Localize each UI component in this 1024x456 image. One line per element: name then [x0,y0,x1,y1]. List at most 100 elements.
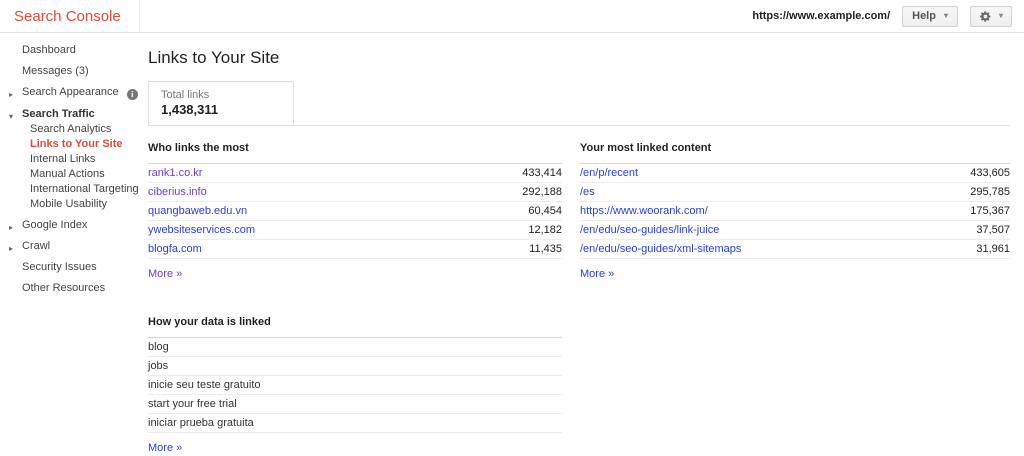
link-count: 11,435 [529,243,562,255]
sidebar-item-label: Dashboard [22,44,76,56]
table-row: /en/edu/seo-guides/xml-sitemaps 31,961 [580,240,1010,259]
page-link[interactable]: https://www.woorank.com/ [580,205,708,217]
sidebar-item-label: Search Appearance [22,86,119,98]
table-row: quangbaweb.edu.vn 60,454 [148,202,562,221]
sidebar-item-label: International Targeting [30,183,139,195]
link-count: 60,454 [528,205,562,217]
sidebar-item-label: Manual Actions [30,168,105,180]
more-link[interactable]: More » [580,268,614,280]
page-link[interactable]: /en/edu/seo-guides/xml-sitemaps [580,243,741,255]
table-row: /en/p/recent 433,605 [580,164,1010,183]
total-links-value: 1,438,311 [161,102,219,117]
table-header: How your data is linked [148,309,562,338]
sidebar-item-search-appearance[interactable]: ▸ Search Appearance i [0,86,140,100]
anchor-text: blog [148,341,169,353]
table-header: Your most linked content [580,135,1010,164]
metrics-tabstrip: Total links 1,438,311 [148,81,1010,126]
table-row: jobs [148,357,562,376]
chevron-down-icon: ▾ [998,11,1003,20]
page-link[interactable]: /en/p/recent [580,167,638,179]
sidebar-item-label: Mobile Usability [30,198,108,210]
link-count: 292,188 [522,186,562,198]
settings-button[interactable]: ▾ [969,5,1012,27]
table-row: inicie seu teste gratuito [148,376,562,395]
sidebar-item-internal-links[interactable]: Internal Links [0,153,140,166]
domain-link[interactable]: ciberius.info [148,186,207,198]
sidebar-item-search-analytics[interactable]: Search Analytics [0,123,140,136]
total-links-tab[interactable]: Total links 1,438,311 [148,81,294,126]
sidebar-item-security-issues[interactable]: Security Issues [0,261,140,274]
domain-link[interactable]: ywebsiteservices.com [148,224,255,236]
anchor-text: inicie seu teste gratuito [148,379,261,391]
table-row: iniciar prueba gratuita [148,414,562,433]
total-links-label: Total links [161,89,210,101]
table-row: https://www.woorank.com/ 175,367 [580,202,1010,221]
link-count: 31,961 [976,243,1010,255]
sidebar-item-label: Links to Your Site [30,138,123,150]
page-link[interactable]: /es [580,186,595,198]
header-logo-area: Search Console [0,0,140,32]
link-count: 433,605 [970,167,1010,179]
data-linked-table: How your data is linked blog jobs inicie… [148,309,562,456]
page-title: Links to Your Site [148,48,280,67]
sidebar-item-label: Internal Links [30,153,96,165]
table-row: blogfa.com 11,435 [148,240,562,259]
table-row: blog [148,338,562,357]
sidebar-item-label: Google Index [22,219,88,231]
help-button[interactable]: Help ▾ [902,5,958,27]
sidebar-item-dashboard[interactable]: Dashboard [0,44,140,57]
table-row: rank1.co.kr 433,414 [148,164,562,183]
table-row: ywebsiteservices.com 12,182 [148,221,562,240]
anchor-text: start your free trial [148,398,237,410]
table-row: start your free trial [148,395,562,414]
table-header: Who links the most [148,135,562,164]
gear-icon [979,10,992,23]
domain-link[interactable]: quangbaweb.edu.vn [148,205,247,217]
sidebar-item-label: Crawl [22,240,51,252]
app-logo[interactable]: Search Console [14,8,121,25]
table-row: ciberius.info 292,188 [148,183,562,202]
header-controls: https://www.example.com/ Help ▾ ▾ [752,0,1024,32]
anchor-text: iniciar prueba gratuita [148,417,254,429]
who-links-table: Who links the most rank1.co.kr 433,414 c… [148,135,562,456]
sidebar-nav: Dashboard Messages (3) ▸ Search Appearan… [0,33,140,295]
linked-content-table: Your most linked content /en/p/recent 43… [580,135,1010,456]
domain-link[interactable]: rank1.co.kr [148,167,202,179]
sidebar-item-messages[interactable]: Messages (3) [0,65,140,78]
sidebar-item-international-targeting[interactable]: International Targeting [0,183,140,196]
collapsed-arrow-icon: ▸ [9,90,14,99]
page-link[interactable]: /en/edu/seo-guides/link-juice [580,224,719,236]
sidebar-item-other-resources[interactable]: Other Resources [0,282,140,295]
more-link[interactable]: More » [148,442,182,454]
sidebar-item-label: Search Analytics [30,123,112,135]
table-row: /en/edu/seo-guides/link-juice 37,507 [580,221,1010,240]
sidebar-item-label: Security Issues [22,261,97,273]
more-link[interactable]: More » [148,268,182,280]
sidebar-item-google-index[interactable]: ▸ Google Index [0,219,140,232]
tables-columns: Who links the most rank1.co.kr 433,414 c… [148,135,1010,456]
sidebar-item-label: Other Resources [22,282,106,294]
help-button-label: Help [912,10,936,22]
current-property-url: https://www.example.com/ [752,10,891,22]
sidebar-item-crawl[interactable]: ▸ Crawl [0,240,140,253]
link-count: 175,367 [970,205,1010,217]
link-count: 12,182 [528,224,562,236]
sidebar-item-manual-actions[interactable]: Manual Actions [0,168,140,181]
anchor-text: jobs [148,360,169,372]
link-count: 295,785 [970,186,1010,198]
table-row: /es 295,785 [580,183,1010,202]
collapsed-arrow-icon: ▸ [9,244,14,253]
sidebar-item-mobile-usability[interactable]: Mobile Usability [0,198,140,211]
sidebar-item-label: Search Traffic [22,108,95,120]
main-content: Links to Your Site Total links 1,438,311… [148,33,1010,456]
expanded-arrow-icon: ▾ [9,112,14,121]
link-count: 433,414 [522,167,562,179]
domain-link[interactable]: blogfa.com [148,243,202,255]
collapsed-arrow-icon: ▸ [9,223,14,232]
sidebar-item-search-traffic[interactable]: ▾ Search Traffic [0,108,140,121]
link-count: 37,507 [976,224,1010,236]
chevron-down-icon: ▾ [943,11,948,20]
sidebar-item-links-to-your-site[interactable]: Links to Your Site [0,138,140,151]
info-icon[interactable]: i [126,89,138,100]
sidebar-item-label: Messages (3) [22,65,89,77]
